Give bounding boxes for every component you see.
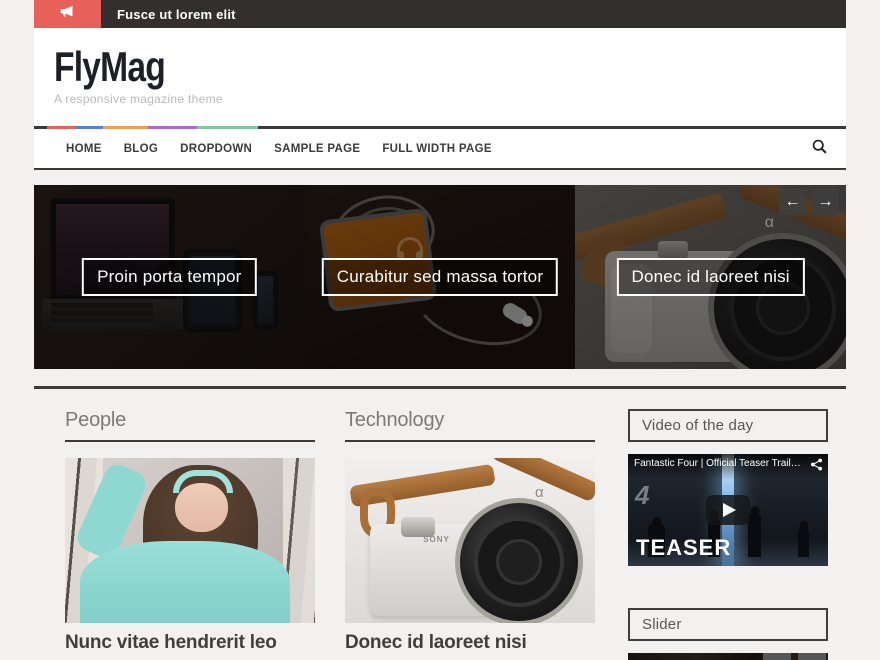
sidebar-slider-prev-button[interactable]: ← bbox=[763, 653, 791, 660]
video-overlay-text: TEASER bbox=[636, 535, 731, 561]
page-container: Fusce ut lorem elit FlyMag A responsive … bbox=[34, 0, 846, 660]
post-title[interactable]: Donec id laoreet nisi bbox=[345, 632, 595, 654]
site-header: FlyMag A responsive magazine theme bbox=[34, 28, 846, 126]
post-title[interactable]: Nunc vitae hendrerit leo bbox=[65, 632, 315, 654]
section-people: People Nunc vitae hendrerit leo February… bbox=[65, 409, 315, 660]
megaphone-button[interactable] bbox=[34, 0, 101, 28]
camera-lens-illustration bbox=[455, 498, 583, 623]
nav-colored-border bbox=[34, 126, 846, 129]
slide-phone-earphones[interactable]: Curabitur sed massa tortor bbox=[305, 185, 576, 369]
alpha-mark: α bbox=[535, 484, 544, 501]
sidebar-slider-next-button[interactable]: → bbox=[798, 653, 826, 660]
search-button[interactable] bbox=[811, 138, 828, 160]
main-nav: HOME BLOG DROPDOWN SAMPLE PAGE FULL WIDT… bbox=[34, 126, 846, 170]
site-tagline: A responsive magazine theme bbox=[54, 92, 846, 106]
fantastic-four-logo: 4 bbox=[635, 480, 649, 511]
nav-item-dropdown[interactable]: DROPDOWN bbox=[169, 143, 263, 155]
camera-brand-label: SONY bbox=[423, 535, 450, 544]
camera-lens-illustration bbox=[708, 233, 846, 369]
camera-strap-illustration bbox=[575, 193, 727, 263]
top-bar: Fusce ut lorem elit bbox=[34, 0, 846, 28]
slide-caption[interactable]: Proin porta tempor bbox=[82, 258, 256, 296]
front-page-sections: People Nunc vitae hendrerit leo February… bbox=[34, 409, 595, 660]
play-button[interactable] bbox=[706, 495, 750, 525]
slider-prev-button[interactable]: ← bbox=[779, 188, 806, 215]
widget-title-video-of-the-day: Video of the day bbox=[628, 409, 828, 442]
section-title: People bbox=[65, 409, 315, 442]
widget-title-slider: Slider bbox=[628, 608, 828, 641]
phone-illustration bbox=[253, 271, 277, 328]
topbar-message: Fusce ut lorem elit bbox=[101, 0, 846, 28]
share-icon[interactable] bbox=[810, 458, 823, 476]
nav-item-home[interactable]: HOME bbox=[55, 143, 113, 155]
alpha-mark: α bbox=[765, 214, 774, 232]
post-thumbnail[interactable] bbox=[65, 458, 315, 623]
slide-caption[interactable]: Donec id laoreet nisi bbox=[617, 258, 805, 296]
post-thumbnail[interactable]: α SONY bbox=[345, 458, 595, 623]
megaphone-icon bbox=[60, 5, 75, 23]
section-title: Technology bbox=[345, 409, 595, 442]
search-icon bbox=[811, 138, 828, 160]
slider-next-button[interactable]: → bbox=[812, 188, 839, 215]
featured-slider: Proin porta tempor Curabitur sed massa t… bbox=[34, 185, 846, 369]
youtube-video-embed[interactable]: 4 Fantastic Four | Official Teaser Trail… bbox=[628, 454, 828, 566]
slide-laptop-desk[interactable]: Proin porta tempor bbox=[34, 185, 305, 369]
nav-item-sample-page[interactable]: SAMPLE PAGE bbox=[263, 143, 371, 155]
nav-item-full-width-page[interactable]: FULL WIDTH PAGE bbox=[371, 143, 502, 155]
headset-icon bbox=[397, 237, 423, 257]
earbud-illustration bbox=[500, 301, 530, 327]
sidebar-slider-widget[interactable]: ← → bbox=[628, 653, 828, 660]
sidebar: Video of the day 4 Fantastic Four | Offi… bbox=[628, 409, 828, 660]
slide-caption[interactable]: Curabitur sed massa tortor bbox=[322, 258, 558, 296]
nav-item-blog[interactable]: BLOG bbox=[113, 143, 169, 155]
section-technology: Technology α SONY Donec id laoreet nisi bbox=[345, 409, 595, 660]
section-divider bbox=[34, 386, 846, 389]
site-title[interactable]: FlyMag bbox=[54, 44, 688, 90]
video-title[interactable]: Fantastic Four | Official Teaser Trailer… bbox=[634, 458, 805, 469]
